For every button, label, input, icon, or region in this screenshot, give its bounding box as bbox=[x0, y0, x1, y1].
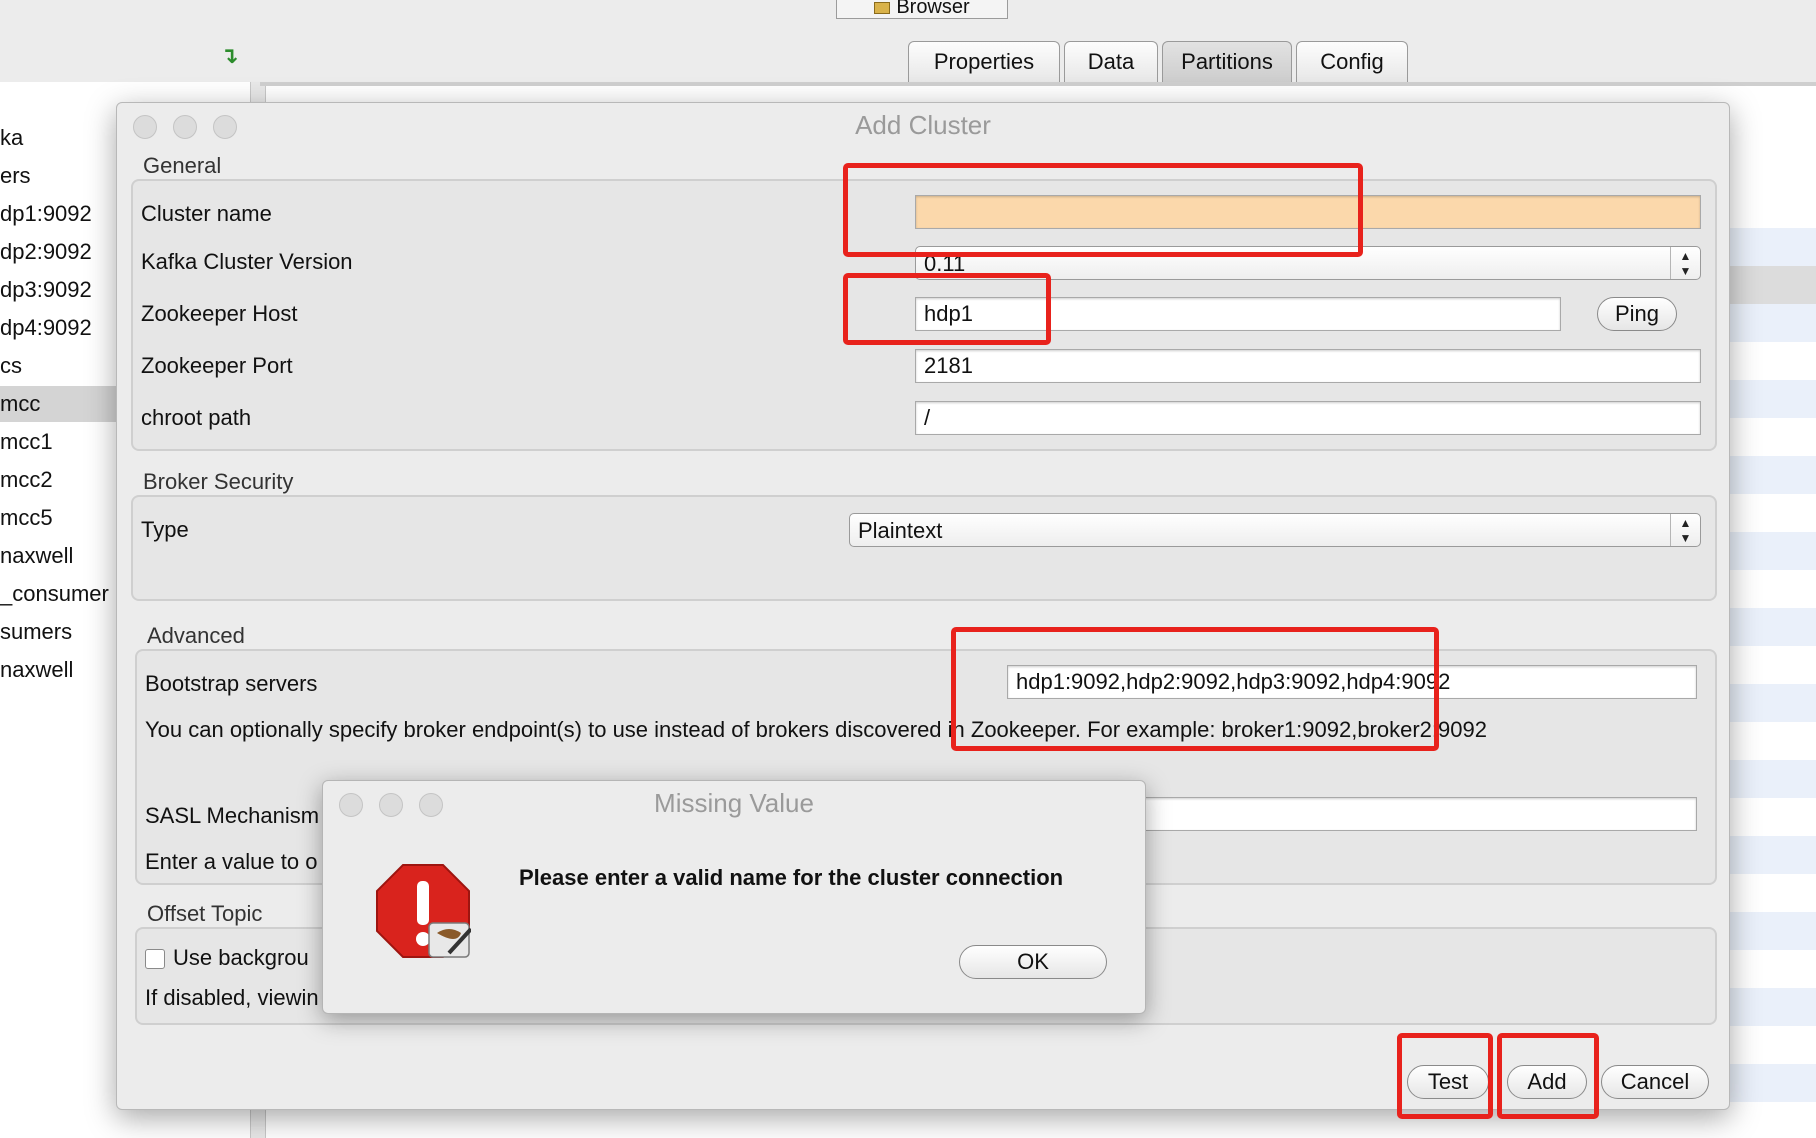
broker-security-section-label: Broker Security bbox=[143, 469, 294, 494]
detail-tabbar: Properties Data Partitions Config bbox=[266, 36, 1816, 84]
popup-title-bar: Missing Value bbox=[323, 781, 1145, 825]
highlight-add-button bbox=[1497, 1033, 1599, 1119]
browser-tab-label: Browser bbox=[896, 0, 970, 18]
tab-data[interactable]: Data bbox=[1064, 41, 1158, 82]
zookeeper-port-input[interactable] bbox=[915, 349, 1701, 383]
ping-button[interactable]: Ping bbox=[1597, 297, 1677, 331]
browser-window-tab[interactable]: Browser bbox=[836, 0, 1008, 19]
use-background-checkbox[interactable] bbox=[145, 949, 165, 969]
select-arrows-icon: ▲ ▼ bbox=[1670, 247, 1700, 279]
cancel-button[interactable]: Cancel bbox=[1601, 1065, 1709, 1099]
warning-stop-icon bbox=[376, 864, 471, 958]
security-type-value: Plaintext bbox=[858, 518, 943, 543]
ok-button[interactable]: OK bbox=[959, 945, 1107, 979]
highlight-bootstrap-servers bbox=[951, 627, 1439, 751]
select-arrows-icon: ▲ ▼ bbox=[1670, 514, 1700, 546]
popup-title: Missing Value bbox=[654, 788, 814, 818]
browser-icon bbox=[874, 1, 891, 14]
security-type-select[interactable]: Plaintext ▲ ▼ bbox=[849, 513, 1701, 547]
download-arrow-icon[interactable]: ↴ bbox=[220, 44, 244, 68]
bootstrap-servers-label: Bootstrap servers bbox=[145, 671, 318, 696]
general-section-label: General bbox=[143, 153, 222, 178]
sasl-mechanism-label: SASL Mechanism bbox=[145, 803, 320, 828]
offset-topic-section-label: Offset Topic bbox=[147, 901, 263, 926]
tab-properties[interactable]: Properties bbox=[908, 41, 1060, 82]
zookeeper-port-label: Zookeeper Port bbox=[141, 353, 293, 378]
use-background-label: Use backgrou bbox=[173, 945, 309, 970]
highlight-test-button bbox=[1397, 1033, 1493, 1119]
dialog-title: Add Cluster bbox=[855, 110, 991, 140]
zookeeper-host-label: Zookeeper Host bbox=[141, 301, 298, 326]
advanced-section-label: Advanced bbox=[147, 623, 245, 648]
missing-value-message: Please enter a valid name for the cluste… bbox=[519, 865, 1064, 890]
highlight-zookeeper-host bbox=[843, 273, 1051, 345]
highlight-cluster-name bbox=[843, 163, 1363, 257]
chroot-path-input[interactable] bbox=[915, 401, 1701, 435]
kafka-version-label: Kafka Cluster Version bbox=[141, 249, 353, 274]
tab-underline bbox=[260, 82, 1816, 86]
sasl-help-text: Enter a value to o bbox=[145, 849, 318, 874]
missing-value-dialog: Missing Value Please enter a valid name … bbox=[322, 780, 1146, 1014]
cluster-name-label: Cluster name bbox=[141, 201, 272, 226]
dialog-title-bar: Add Cluster bbox=[117, 103, 1729, 147]
offset-topic-help-text: If disabled, viewin bbox=[145, 985, 319, 1010]
tab-config[interactable]: Config bbox=[1296, 41, 1408, 82]
chroot-path-label: chroot path bbox=[141, 405, 252, 430]
tab-partitions[interactable]: Partitions bbox=[1162, 41, 1292, 82]
security-type-label: Type bbox=[141, 517, 189, 542]
broker-security-group: Type Plaintext ▲ ▼ bbox=[131, 495, 1717, 601]
